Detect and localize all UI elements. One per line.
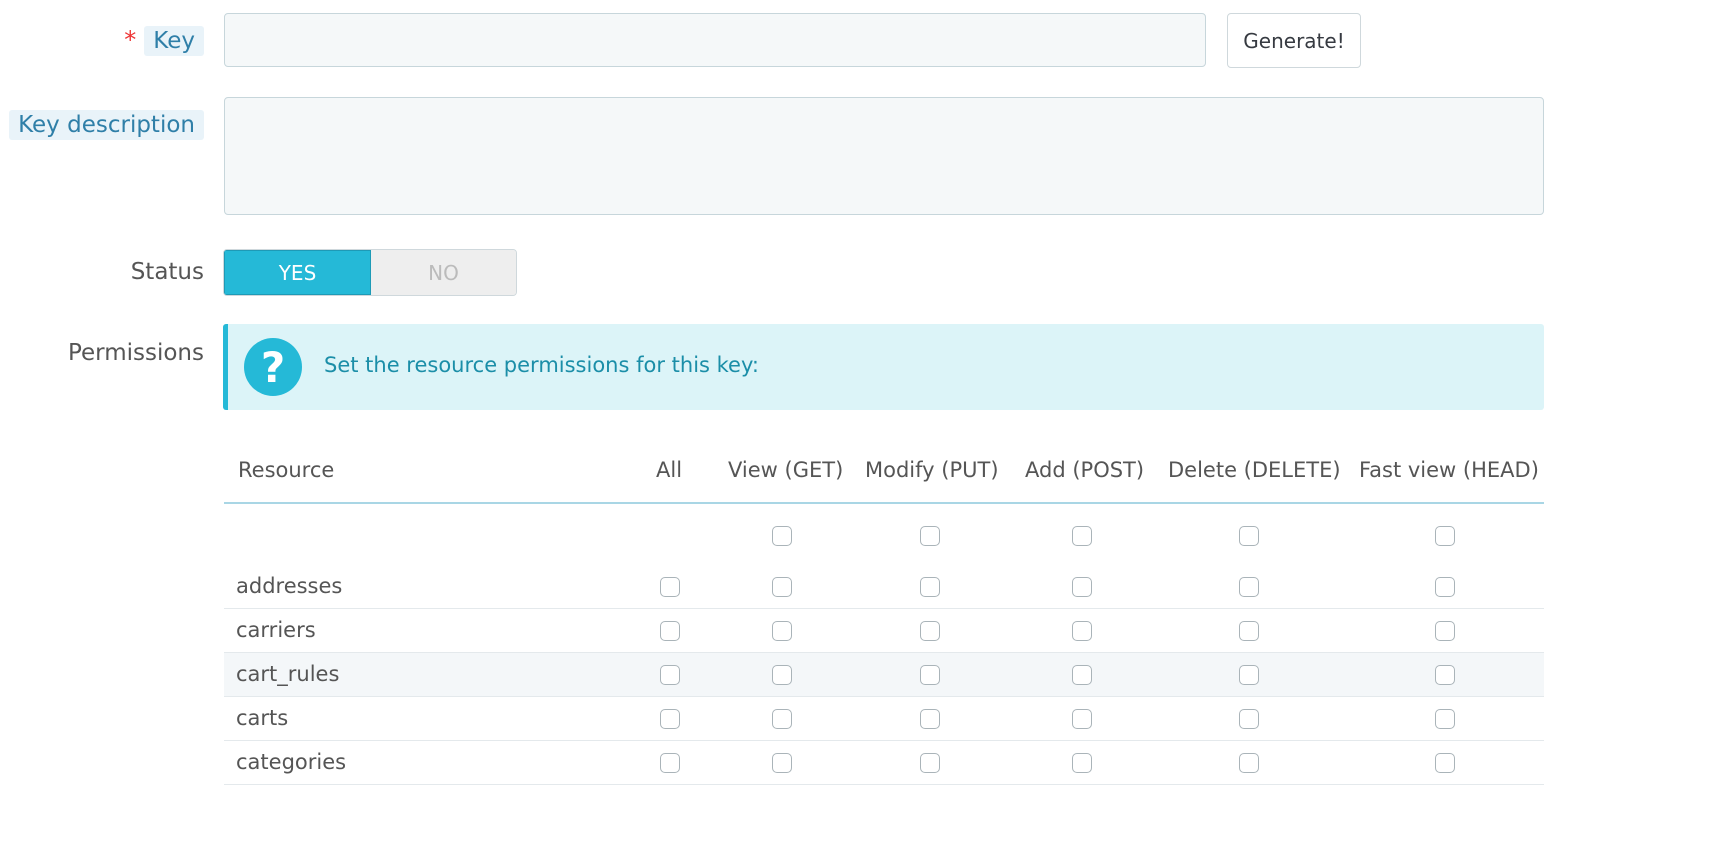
column-header-modify-put: Modify (PUT) [865, 458, 999, 482]
permissions-label: Permissions [67, 340, 204, 366]
status-label: Status [130, 259, 204, 285]
column-header-delete-delete: Delete (DELETE) [1168, 458, 1341, 482]
view-checkbox[interactable] [772, 621, 792, 641]
fast-view-checkbox[interactable] [1435, 665, 1455, 685]
view-checkbox[interactable] [772, 709, 792, 729]
key-label-row: * Key [0, 26, 204, 56]
question-icon: ? [244, 338, 302, 396]
modify-checkbox[interactable] [920, 665, 940, 685]
view-checkbox[interactable] [772, 665, 792, 685]
add-checkbox[interactable] [1072, 665, 1092, 685]
delete-checkbox[interactable] [1239, 665, 1259, 685]
select-all-fast-view-checkbox[interactable] [1435, 526, 1455, 546]
all-checkbox[interactable] [660, 577, 680, 597]
fast-view-checkbox[interactable] [1435, 753, 1455, 773]
column-header-all: All [656, 458, 683, 482]
key-description-label: Key description [9, 110, 204, 140]
table-row: categories [224, 741, 1544, 785]
delete-checkbox[interactable] [1239, 753, 1259, 773]
delete-checkbox[interactable] [1239, 577, 1259, 597]
key-label: Key [144, 26, 204, 56]
column-header-fast-view-head: Fast view (HEAD) [1359, 458, 1539, 482]
table-row: cart_rules [224, 653, 1544, 697]
all-checkbox[interactable] [660, 665, 680, 685]
all-checkbox[interactable] [660, 753, 680, 773]
add-checkbox[interactable] [1072, 753, 1092, 773]
table-row: addresses [224, 565, 1544, 609]
status-no-option[interactable]: NO [371, 250, 516, 295]
fast-view-checkbox[interactable] [1435, 621, 1455, 641]
all-checkbox[interactable] [660, 709, 680, 729]
table-row: carriers [224, 609, 1544, 653]
column-header-add-post: Add (POST) [1025, 458, 1145, 482]
status-yes-option[interactable]: YES [224, 250, 371, 295]
key-input[interactable] [224, 13, 1206, 67]
select-all-row [224, 514, 1544, 558]
modify-checkbox[interactable] [920, 709, 940, 729]
required-asterisk: * [124, 26, 137, 54]
resource-name: cart_rules [236, 662, 340, 686]
key-description-textarea[interactable] [224, 97, 1544, 215]
delete-checkbox[interactable] [1239, 621, 1259, 641]
fast-view-checkbox[interactable] [1435, 577, 1455, 597]
add-checkbox[interactable] [1072, 577, 1092, 597]
modify-checkbox[interactable] [920, 621, 940, 641]
add-checkbox[interactable] [1072, 709, 1092, 729]
modify-checkbox[interactable] [920, 577, 940, 597]
select-all-modify-checkbox[interactable] [920, 526, 940, 546]
resource-name: carriers [236, 618, 316, 642]
permissions-table-header: Resource All View (GET) Modify (PUT) Add… [224, 446, 1544, 504]
status-toggle[interactable]: YES NO [223, 249, 517, 296]
modify-checkbox[interactable] [920, 753, 940, 773]
column-header-view-get: View (GET) [728, 458, 844, 482]
column-header-resource: Resource [238, 458, 335, 482]
all-checkbox[interactable] [660, 621, 680, 641]
description-label-row: Key description [0, 110, 204, 140]
select-all-add-checkbox[interactable] [1072, 526, 1092, 546]
generate-button[interactable]: Generate! [1227, 13, 1361, 68]
view-checkbox[interactable] [772, 753, 792, 773]
fast-view-checkbox[interactable] [1435, 709, 1455, 729]
alert-message: Set the resource permissions for this ke… [324, 353, 759, 377]
select-all-delete-checkbox[interactable] [1239, 526, 1259, 546]
add-checkbox[interactable] [1072, 621, 1092, 641]
resource-name: addresses [236, 574, 343, 598]
resource-name: categories [236, 750, 347, 774]
resource-name: carts [236, 706, 289, 730]
delete-checkbox[interactable] [1239, 709, 1259, 729]
table-row: carts [224, 697, 1544, 741]
permissions-info-alert: ? Set the resource permissions for this … [223, 324, 1544, 410]
select-all-view-checkbox[interactable] [772, 526, 792, 546]
view-checkbox[interactable] [772, 577, 792, 597]
